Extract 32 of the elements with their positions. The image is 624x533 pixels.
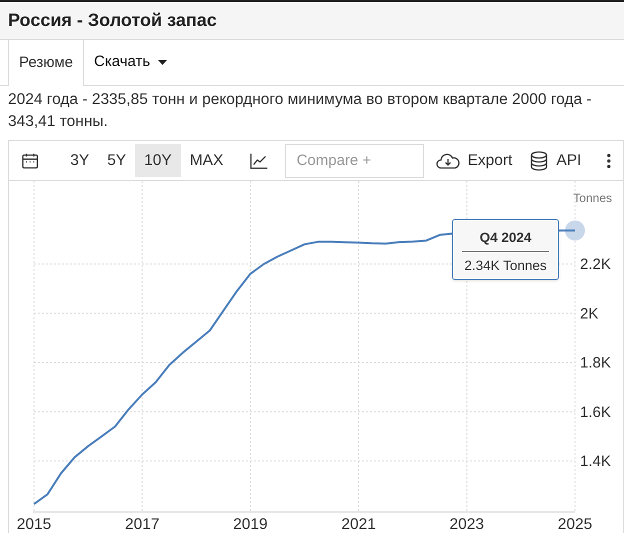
export-button[interactable]: Export [436, 144, 512, 177]
page-title: Россия - Золотой запас [8, 9, 217, 32]
tab[interactable]: Резюме [8, 40, 84, 86]
y-axis-label: 2K [580, 305, 598, 322]
range-button[interactable]: 10Y [135, 144, 181, 177]
x-axis-label: 2025 [558, 516, 592, 530]
x-axis-label: 2021 [341, 516, 376, 530]
range-button[interactable]: MAX [180, 144, 232, 177]
x-axis-label: 2019 [233, 516, 268, 530]
highlight-marker [565, 220, 585, 240]
x-axis-label: 2023 [450, 516, 484, 530]
y-axis-label: 1.8K [580, 354, 611, 372]
description-text: 2024 года - 2335,85 тонн и рекордного минимума во втором квартале 2000 года - 343,41 тонны. [7, 90, 593, 132]
more-icon[interactable] [607, 152, 611, 168]
api-button[interactable]: API [530, 144, 582, 177]
y-axis-label: 1.6K [580, 404, 611, 421]
y-axis-title: Tonnes [573, 191, 612, 205]
tooltip-value: 2.34K Tonnes [464, 257, 547, 276]
database-icon [530, 150, 548, 170]
line-chart-icon[interactable] [250, 152, 269, 170]
compare-field[interactable]: Compare + [284, 144, 424, 178]
range-button[interactable]: 3Y [61, 144, 98, 177]
x-axis-label: 2015 [16, 516, 52, 530]
y-axis-label: 1.4K [580, 453, 611, 470]
tab[interactable]: Скачать [84, 40, 178, 85]
caret-icon [158, 60, 168, 65]
cloud-download-icon [436, 152, 460, 170]
tooltip-title: Q4 2024 [462, 228, 549, 252]
y-axis-label: 2.2K [580, 256, 611, 273]
range-button[interactable]: 5Y [98, 144, 136, 177]
calendar-icon[interactable] [21, 150, 40, 170]
x-axis-label: 2017 [124, 516, 160, 530]
